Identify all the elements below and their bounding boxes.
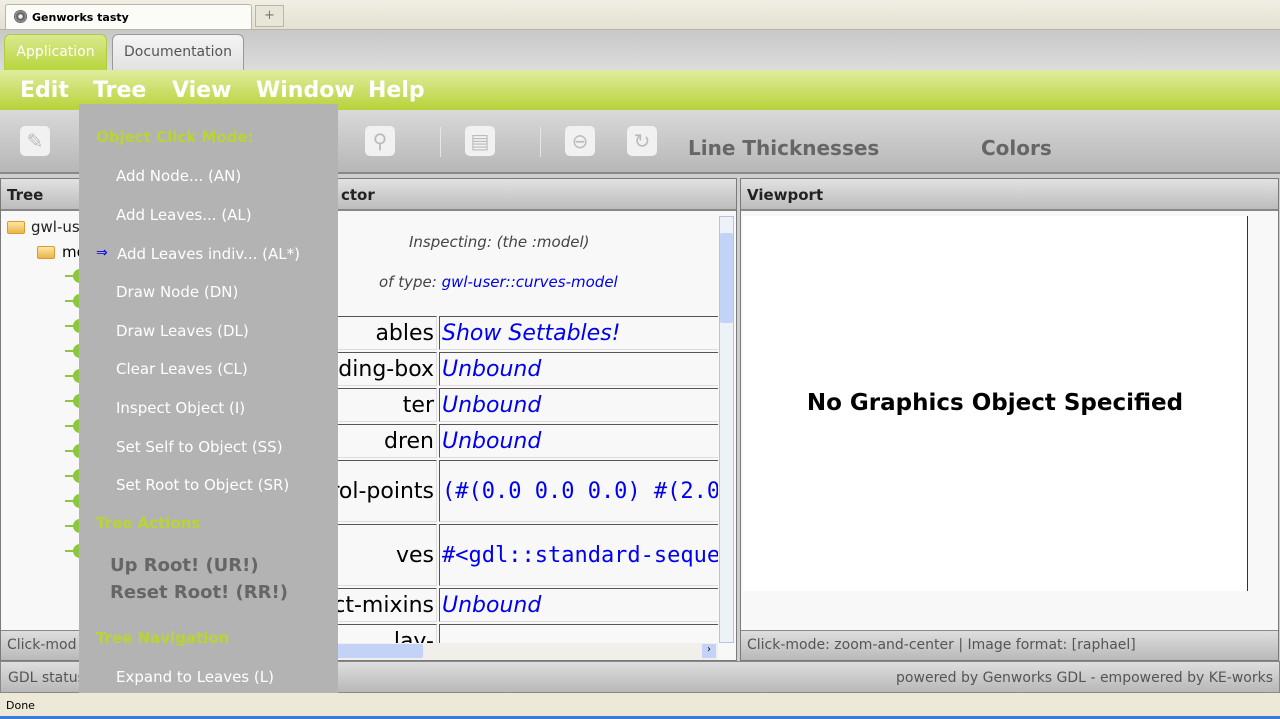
tree-actions-heading: Tree Actions (96, 514, 201, 532)
pencil-icon[interactable]: ✎ (20, 126, 50, 156)
slots-table: ables Show Settables! nding-box Unbound ter U… (335, 314, 718, 643)
viewport-panel: Viewport No Graphics Object Specified Cl… (740, 178, 1279, 661)
viewport-panel-title: Viewport (741, 179, 1278, 211)
menu-item[interactable]: Draw Leaves (DL) (116, 322, 249, 340)
slot-row: dren Unbound (335, 424, 718, 458)
browser-tab[interactable]: Genworks tasty (5, 4, 252, 29)
slot-row: ves#<gdl::standard-sequence (335, 524, 718, 586)
slot-name: nding-box (335, 352, 437, 386)
scroll-right-icon[interactable]: › (702, 644, 716, 658)
menu-view[interactable]: View (172, 78, 231, 103)
viewport-footer: Click-mode: zoom-and-center | Image form… (741, 630, 1278, 660)
viewport-canvas[interactable]: No Graphics Object Specified (743, 216, 1248, 591)
tab-application[interactable]: Application (4, 34, 107, 70)
genworks-favicon-icon (14, 10, 27, 23)
inspector-content: Inspecting: (the :model) of type: gwl-us… (335, 216, 718, 643)
menu-item[interactable]: Clear Leaves (CL) (116, 360, 248, 378)
slot-name: dren (335, 424, 437, 458)
slot-row: ct-mixins Unbound (335, 588, 718, 622)
ke-works-link[interactable]: KE-works (1209, 670, 1273, 686)
inspector-panel-title: ctor (335, 179, 736, 211)
slot-value[interactable]: Show Settables! (439, 316, 718, 350)
tree-navigation-heading: Tree Navigation (96, 629, 230, 647)
slot-row: lay- (335, 624, 718, 643)
tab-documentation[interactable]: Documentation (112, 34, 244, 70)
genworks-gdl-link[interactable]: Genworks GDL (983, 670, 1091, 686)
minus-circle-icon[interactable]: ⊖ (565, 126, 595, 156)
vertical-scrollbar[interactable] (719, 216, 734, 643)
colors-menu[interactable]: Colors (981, 136, 1052, 160)
toolbar-divider (540, 127, 541, 157)
of-type-label: of type: (379, 273, 442, 291)
menu-item[interactable]: Inspect Object (I) (116, 399, 245, 417)
zoom-out-icon[interactable]: ⚲ (365, 126, 395, 156)
slot-value[interactable]: (#(0.0 0.0 0.0) #(2.0 3 (439, 460, 718, 522)
slot-name: ables (335, 316, 437, 350)
tree-node-root[interactable]: gwl-us (31, 218, 80, 236)
folder-open-icon (37, 246, 55, 259)
slot-value[interactable] (439, 624, 718, 643)
refresh-icon[interactable]: ↻ (627, 126, 657, 156)
slot-name: ter (335, 388, 437, 422)
slot-value[interactable]: Unbound (439, 388, 718, 422)
browser-tab-title: Genworks tasty (32, 11, 129, 24)
inspecting-label: Inspecting: (the :model) (409, 233, 590, 251)
menu-item[interactable]: Add Leaves... (AL) (116, 206, 252, 224)
powered-by: powered by Genworks GDL - empowered by K… (896, 670, 1273, 686)
menu-item-reset-root[interactable]: Reset Root! (RR!) (110, 582, 288, 603)
scrollbar-thumb[interactable] (335, 644, 423, 658)
empowered-by-text: - empowered by (1090, 670, 1209, 686)
menu-item-expand-to-leaves[interactable]: Expand to Leaves (L) (116, 668, 274, 686)
menu-window[interactable]: Window (256, 78, 355, 103)
slot-name: ves (335, 524, 437, 586)
slot-row: nding-box Unbound (335, 352, 718, 386)
menu-help[interactable]: Help (368, 78, 425, 103)
inspector-panel: ctor Inspecting: (the :model) of type: g… (334, 178, 737, 661)
scrollbar-thumb[interactable] (720, 233, 733, 323)
slot-value[interactable]: Unbound (439, 424, 718, 458)
object-click-mode-heading: Object Click Mode: (96, 128, 254, 146)
new-tab-button[interactable]: + (255, 5, 284, 27)
toolbar-divider (440, 127, 441, 157)
menu-edit[interactable]: Edit (20, 78, 69, 103)
no-graphics-message: No Graphics Object Specified (806, 390, 1184, 416)
menu-tree[interactable]: Tree (93, 78, 146, 103)
selected-arrow-icon: ⇒ (96, 245, 108, 261)
slot-name: ct-mixins (335, 588, 437, 622)
line-thicknesses-menu[interactable]: Line Thicknesses (688, 136, 879, 160)
slot-name: lay- (335, 624, 437, 643)
menu-item-up-root[interactable]: Up Root! (UR!) (110, 555, 259, 576)
folder-open-icon (7, 221, 25, 234)
horizontal-scrollbar[interactable]: › (335, 643, 718, 660)
slot-row: ter Unbound (335, 388, 718, 422)
of-type-line: of type: gwl-user::curves-model (379, 273, 618, 291)
slot-value[interactable]: Unbound (439, 352, 718, 386)
menu-item[interactable]: Add Node... (AN) (116, 167, 241, 185)
menu-item[interactable]: Set Self to Object (SS) (116, 438, 283, 456)
browser-status-bar: Done (0, 693, 1280, 719)
slot-name: trol-points (335, 460, 437, 522)
layout-icon[interactable]: ▤ (465, 126, 495, 156)
menu-item[interactable]: Draw Node (DN) (116, 283, 238, 301)
slot-row: ables Show Settables! (335, 316, 718, 350)
gdl-status-label: GDL status (8, 670, 85, 686)
slot-row: trol-points(#(0.0 0.0 0.0) #(2.0 3 (335, 460, 718, 522)
menu-item[interactable]: Set Root to Object (SR) (116, 476, 289, 494)
powered-by-text: powered by (896, 670, 983, 686)
slot-value[interactable]: #<gdl::standard-sequence (439, 524, 718, 586)
menu-item[interactable]: Add Leaves indiv... (AL*) (117, 245, 300, 263)
tree-dropdown-menu: Object Click Mode: Add Node... (AN) Add L… (79, 104, 338, 693)
of-type-link[interactable]: gwl-user::curves-model (442, 273, 618, 291)
slot-value[interactable]: Unbound (439, 588, 718, 622)
